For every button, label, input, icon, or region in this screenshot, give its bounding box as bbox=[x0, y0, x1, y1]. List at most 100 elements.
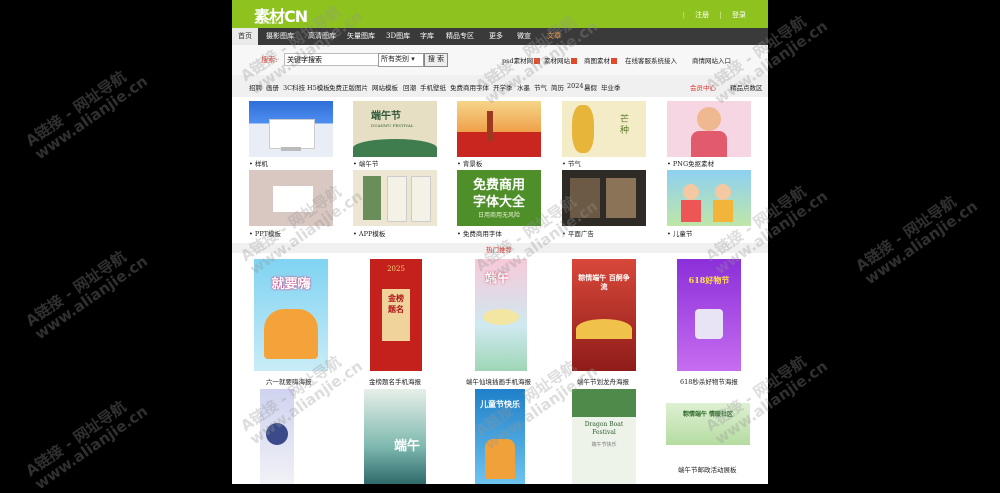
featured-thumb-dragon-boat[interactable]: 端午节 DUANWU FESTIVAL bbox=[353, 101, 437, 157]
watermark: A链接 - 网址导航 www.alianjie.cn bbox=[22, 390, 151, 493]
featured-label[interactable]: • PPT模板 bbox=[249, 228, 281, 238]
poster-label[interactable]: 六一就要嗨海报 bbox=[266, 376, 312, 386]
featured-thumb-backdrop[interactable] bbox=[457, 101, 541, 157]
thumb-leaves bbox=[353, 139, 437, 157]
section-title: 热门推荐 bbox=[486, 246, 512, 254]
watermark: A链接 - 网址导航 www.alianjie.cn bbox=[852, 185, 981, 288]
thumb-slide bbox=[273, 186, 313, 212]
poster-thumb[interactable]: Dragon Boat Festival 端午节快乐 bbox=[572, 389, 636, 484]
hot-icon bbox=[534, 58, 541, 64]
watermark-line: A链接 - 网址导航 bbox=[22, 397, 130, 481]
featured-thumb-app[interactable] bbox=[353, 170, 437, 226]
featured-label[interactable]: • 端午节 bbox=[353, 158, 378, 168]
ext-link-shangtu[interactable]: 商图素材 bbox=[584, 55, 617, 65]
nav-item-articles[interactable]: 文章 bbox=[547, 28, 561, 45]
search-button[interactable]: 搜 索 bbox=[424, 53, 448, 67]
tag-item[interactable]: 节气 bbox=[534, 82, 547, 92]
featured-label[interactable]: • 儿童节 bbox=[667, 228, 692, 238]
poster-label[interactable]: 金榜题名手机海报 bbox=[369, 376, 421, 386]
search-label: 搜索: bbox=[261, 56, 278, 64]
search-input[interactable] bbox=[284, 53, 380, 66]
poster-thumb[interactable]: 儿童节快乐 bbox=[475, 389, 525, 484]
watermark-line: www.alianjie.cn bbox=[31, 401, 151, 493]
tag-item[interactable]: 手机壁纸 bbox=[420, 82, 446, 92]
featured-label[interactable]: • APP模板 bbox=[353, 228, 385, 238]
nav-item-premium[interactable]: 精品专区 bbox=[446, 28, 474, 45]
featured-label[interactable]: • 免费商用字体 bbox=[457, 228, 502, 238]
thumb-character-body bbox=[691, 131, 727, 157]
tag-item[interactable]: 毕业季 bbox=[601, 82, 621, 92]
poster-label[interactable]: 端午节划龙舟海报 bbox=[577, 376, 629, 386]
poster-title: 端午 bbox=[485, 271, 510, 285]
tag-item[interactable]: 招聘 bbox=[249, 82, 262, 92]
poster-thumb[interactable]: 2025 金榜题名 bbox=[370, 259, 422, 371]
ext-link-psd[interactable]: psd素材网 bbox=[502, 55, 541, 65]
login-link[interactable]: 登录 bbox=[732, 11, 746, 19]
featured-thumb-png[interactable] bbox=[667, 101, 751, 157]
register-link[interactable]: 注册 bbox=[695, 11, 709, 19]
featured-label[interactable]: • 样机 bbox=[249, 158, 268, 168]
poster-title: 金榜题名 bbox=[388, 293, 404, 314]
poster-label[interactable]: 618秒杀好物节海报 bbox=[680, 376, 738, 386]
featured-thumb-ppt[interactable] bbox=[249, 170, 333, 226]
featured-thumb-mockup[interactable] bbox=[249, 101, 333, 157]
user-links: | 注册 | 登录 bbox=[675, 10, 746, 20]
featured-thumb-childrens-day[interactable] bbox=[667, 170, 751, 226]
site-header: 素材CN www.sucai.cn | 注册 | 登录 bbox=[232, 0, 768, 28]
poster-subtitle: 端午节快乐 bbox=[591, 442, 617, 448]
featured-label[interactable]: • PNG免抠素材 bbox=[667, 158, 714, 168]
featured-thumb-print-ad[interactable] bbox=[562, 170, 646, 226]
tag-item[interactable]: 简历 bbox=[551, 82, 564, 92]
featured-label[interactable]: • 背景板 bbox=[457, 158, 482, 168]
poster-thumb[interactable]: 618好物节 bbox=[677, 259, 741, 371]
category-select[interactable]: 所有类别 ▾ bbox=[378, 53, 424, 67]
tag-item[interactable]: 3C科技 bbox=[283, 82, 305, 92]
tag-item[interactable]: 暑假 bbox=[584, 82, 597, 92]
tag-item[interactable]: 免费商用字体 bbox=[450, 82, 489, 92]
tag-item[interactable]: 水墨 bbox=[517, 82, 530, 92]
tag-item[interactable]: 回潮 bbox=[403, 82, 416, 92]
thumb-phone bbox=[363, 176, 381, 220]
nav-item-hd[interactable]: 高清图库 bbox=[308, 28, 336, 45]
nav-item-more[interactable]: 更多 bbox=[489, 28, 503, 45]
featured-label[interactable]: • 节气 bbox=[562, 158, 581, 168]
poster-thumb[interactable]: 粽情端午 情暖社区 bbox=[666, 403, 750, 445]
poster-label[interactable]: 端午仙境插画手机海报 bbox=[466, 376, 531, 386]
poster-thumb[interactable]: 端午 bbox=[364, 389, 426, 484]
nav-item-vector[interactable]: 矢量图库 bbox=[347, 28, 375, 45]
nav-item-fonts[interactable]: 字库 bbox=[420, 28, 434, 45]
thumb-kid-body bbox=[713, 200, 733, 222]
site-logo-url: www.sucai.cn bbox=[256, 20, 284, 25]
tag-item[interactable]: 画册 bbox=[266, 82, 279, 92]
poster-label[interactable]: 端午节邮政活动展板 bbox=[678, 464, 737, 474]
poster-thumb[interactable]: 粽情端午 百舸争流 bbox=[572, 259, 636, 371]
poster-title: 就要嗨 bbox=[271, 277, 311, 292]
nav-item-home[interactable]: 首页 bbox=[232, 28, 258, 45]
thumb-subtitle: 日用商用无风险 bbox=[477, 212, 520, 219]
nav-item-3d[interactable]: 3D图库 bbox=[386, 28, 410, 45]
ext-link-label: 素材网站 bbox=[544, 57, 570, 65]
ext-link-label: psd素材网 bbox=[502, 57, 534, 65]
nav-item-weixuan[interactable]: 微宣 bbox=[517, 28, 531, 45]
poster-thumb[interactable]: 端午 bbox=[475, 259, 527, 371]
poster-year: 2025 bbox=[387, 265, 405, 273]
watermark-line: A链接 - 网址导航 bbox=[22, 247, 130, 331]
ext-link-shangqing[interactable]: 商情网站入口 bbox=[692, 55, 731, 65]
ext-link-sucai[interactable]: 素材网站 bbox=[544, 55, 577, 65]
tag-item[interactable]: 开学季 bbox=[493, 82, 513, 92]
ext-link-kefu[interactable]: 在线客服系统接入 bbox=[625, 55, 677, 65]
vip-center-link[interactable]: 会员中心 bbox=[690, 82, 716, 92]
poster-thumb[interactable] bbox=[260, 389, 294, 484]
featured-thumb-fonts[interactable]: 免费商用 字体大全 日用商用无风险 bbox=[457, 170, 541, 226]
thumb-kid-body bbox=[681, 200, 701, 222]
featured-thumb-solar-term[interactable]: 芒种 bbox=[562, 101, 646, 157]
nav-item-photo[interactable]: 摄影图库 bbox=[266, 28, 294, 45]
poster-title: 儿童节快乐 bbox=[480, 399, 520, 409]
tag-item[interactable]: H5模板 bbox=[307, 82, 330, 92]
featured-label[interactable]: • 平面广告 bbox=[562, 228, 594, 238]
poster-thumb[interactable]: 就要嗨 bbox=[254, 259, 328, 371]
tag-item[interactable]: 免费正版图片 bbox=[329, 82, 368, 92]
tag-item[interactable]: 2024 bbox=[567, 82, 584, 90]
tag-item[interactable]: 网站模板 bbox=[372, 82, 398, 92]
paid-zone-link[interactable]: 精品点数区 bbox=[730, 82, 763, 92]
